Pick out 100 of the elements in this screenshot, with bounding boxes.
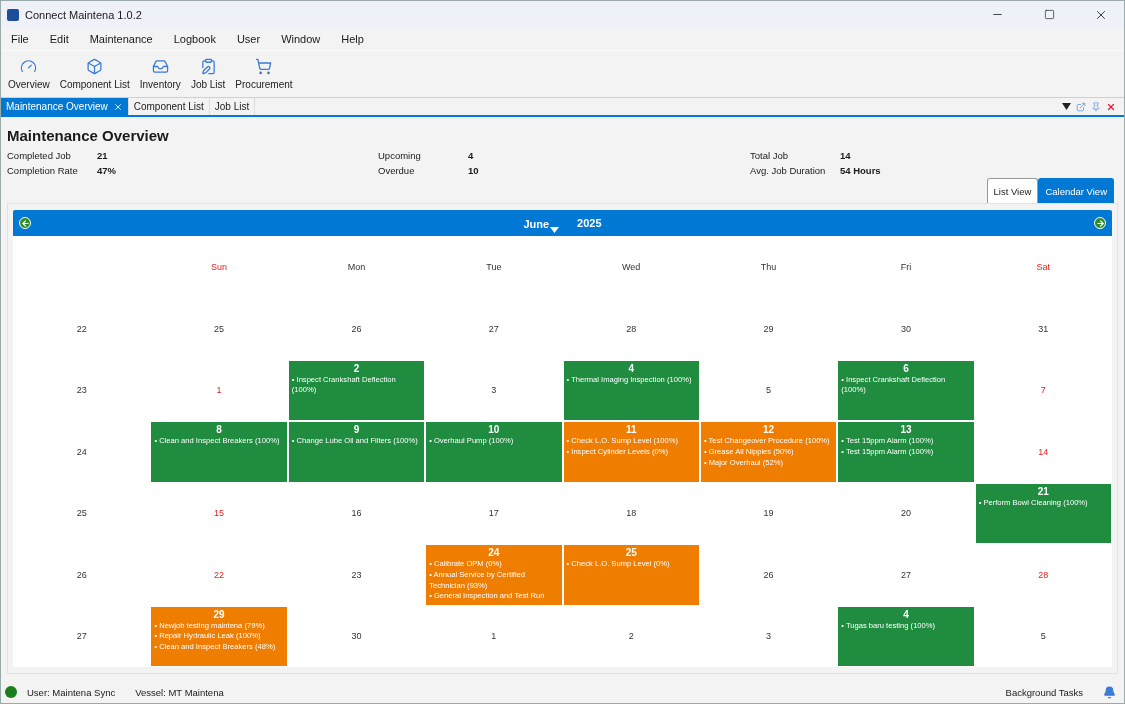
next-month-button[interactable] xyxy=(1094,217,1106,229)
weekday-label: Sat xyxy=(1035,261,1052,274)
window-title: Connect Maintena 1.0.2 xyxy=(25,8,143,21)
toolbar-button[interactable]: Inventory xyxy=(135,56,185,92)
app-logo-icon xyxy=(7,8,19,21)
day-number: 22 xyxy=(214,569,225,580)
inbox-icon xyxy=(151,58,169,75)
vessel-label: Vessel: MT Maintena xyxy=(135,686,224,698)
weekday-label: Sun xyxy=(210,261,229,274)
weekday-label: Tue xyxy=(485,261,503,274)
day-number: 1 xyxy=(216,385,222,396)
stat-label: Total Job xyxy=(750,150,790,161)
day-number: 31 xyxy=(1038,323,1049,334)
day-number: 28 xyxy=(626,323,637,334)
menu-item[interactable]: Maintenance xyxy=(83,33,162,45)
day-number: 4 xyxy=(902,608,910,621)
day-number: 4 xyxy=(627,362,635,375)
stat-value: 21 xyxy=(97,150,109,161)
stat-value: 47% xyxy=(97,165,117,176)
day-number: 3 xyxy=(491,385,497,396)
close-tab-icon[interactable] xyxy=(112,101,123,112)
weekday-label: Wed xyxy=(621,261,642,274)
day-number: 14 xyxy=(1038,446,1049,457)
day-number: 25 xyxy=(624,547,638,559)
previous-month-button[interactable] xyxy=(19,217,31,229)
day-number: 27 xyxy=(900,569,911,580)
view-tab[interactable]: List View xyxy=(986,178,1039,203)
day-number: 21 xyxy=(1036,485,1050,498)
document-tab[interactable]: Maintenance Overview xyxy=(1,98,129,115)
day-number: 10 xyxy=(487,424,501,436)
close-icon[interactable] xyxy=(1106,101,1116,112)
week-number: 22 xyxy=(76,323,87,334)
toolbar-button[interactable]: Overview xyxy=(4,56,54,92)
bell-icon[interactable] xyxy=(1103,685,1116,699)
user-label: User: Maintena Sync xyxy=(27,686,116,698)
month-dropdown[interactable]: June xyxy=(523,212,560,234)
year-label: 2025 xyxy=(577,217,602,229)
menu-item[interactable]: Edit xyxy=(43,33,78,45)
maximize-icon[interactable] xyxy=(1043,9,1055,20)
day-number: 26 xyxy=(351,323,362,334)
week-number: 25 xyxy=(76,508,87,519)
day-number: 3 xyxy=(766,631,772,642)
day-number: 19 xyxy=(763,508,774,519)
week-number: 23 xyxy=(76,385,87,396)
stat-label: Overdue xyxy=(378,165,416,176)
stat-value: 54 Hours xyxy=(840,165,882,176)
stat-label: Completion Rate xyxy=(7,165,79,176)
day-number: 13 xyxy=(899,424,913,436)
dropdown-icon[interactable] xyxy=(1062,103,1071,110)
toolbar-button[interactable]: Component List xyxy=(55,56,134,92)
week-number: 27 xyxy=(76,631,87,642)
day-number: 27 xyxy=(488,323,499,334)
day-number: 28 xyxy=(1038,569,1049,580)
day-number: 5 xyxy=(766,385,772,396)
day-number: 16 xyxy=(351,508,362,519)
menu-item[interactable]: Help xyxy=(335,33,373,45)
week-number: 24 xyxy=(76,446,87,457)
day-number: 17 xyxy=(488,508,499,519)
day-number: 24 xyxy=(487,547,501,559)
menu-item[interactable]: File xyxy=(5,33,38,45)
day-number: 29 xyxy=(763,323,774,334)
view-tab[interactable]: Calendar View xyxy=(1038,178,1114,203)
cart-icon xyxy=(255,58,273,75)
day-number: 12 xyxy=(762,424,776,436)
day-number: 25 xyxy=(214,323,225,334)
menu-item[interactable]: User xyxy=(230,33,270,45)
stat-value: 14 xyxy=(840,150,852,161)
clipboard-icon xyxy=(199,58,217,75)
week-number: 26 xyxy=(76,569,87,580)
day-number: 20 xyxy=(900,508,911,519)
day-number: 15 xyxy=(214,508,225,519)
cube-icon xyxy=(86,58,104,75)
stat-label: Avg. Job Duration xyxy=(750,165,827,176)
gauge-icon xyxy=(20,58,38,75)
toolbar-button[interactable]: Job List xyxy=(186,56,230,92)
background-tasks-label: Background Tasks xyxy=(1005,686,1083,698)
stat-label: Completed Job xyxy=(7,150,72,161)
day-number: 6 xyxy=(902,362,910,375)
weekday-label: Mon xyxy=(346,261,367,274)
day-number: 5 xyxy=(1040,631,1046,642)
weekday-label: Thu xyxy=(759,261,778,274)
stat-label: Upcoming xyxy=(378,150,422,161)
day-number: 26 xyxy=(763,569,774,580)
day-number: 30 xyxy=(900,323,911,334)
day-number: 18 xyxy=(626,508,637,519)
day-number: 23 xyxy=(351,569,362,580)
day-number: 30 xyxy=(351,631,362,642)
toolbar-button[interactable]: Procurement xyxy=(231,56,297,92)
day-number: 1 xyxy=(491,631,497,642)
day-number: 8 xyxy=(215,424,223,436)
stat-value: 4 xyxy=(468,150,475,161)
stat-value: 10 xyxy=(468,165,480,176)
day-number: 2 xyxy=(628,631,634,642)
menu-item[interactable]: Logbook xyxy=(167,33,225,45)
day-number: 9 xyxy=(352,424,361,436)
menu-item[interactable]: Window xyxy=(275,33,330,45)
day-number: 29 xyxy=(212,608,226,621)
weekday-label: Fri xyxy=(899,261,913,274)
page-title: Maintenance Overview xyxy=(7,127,170,144)
day-number: 11 xyxy=(624,424,638,436)
